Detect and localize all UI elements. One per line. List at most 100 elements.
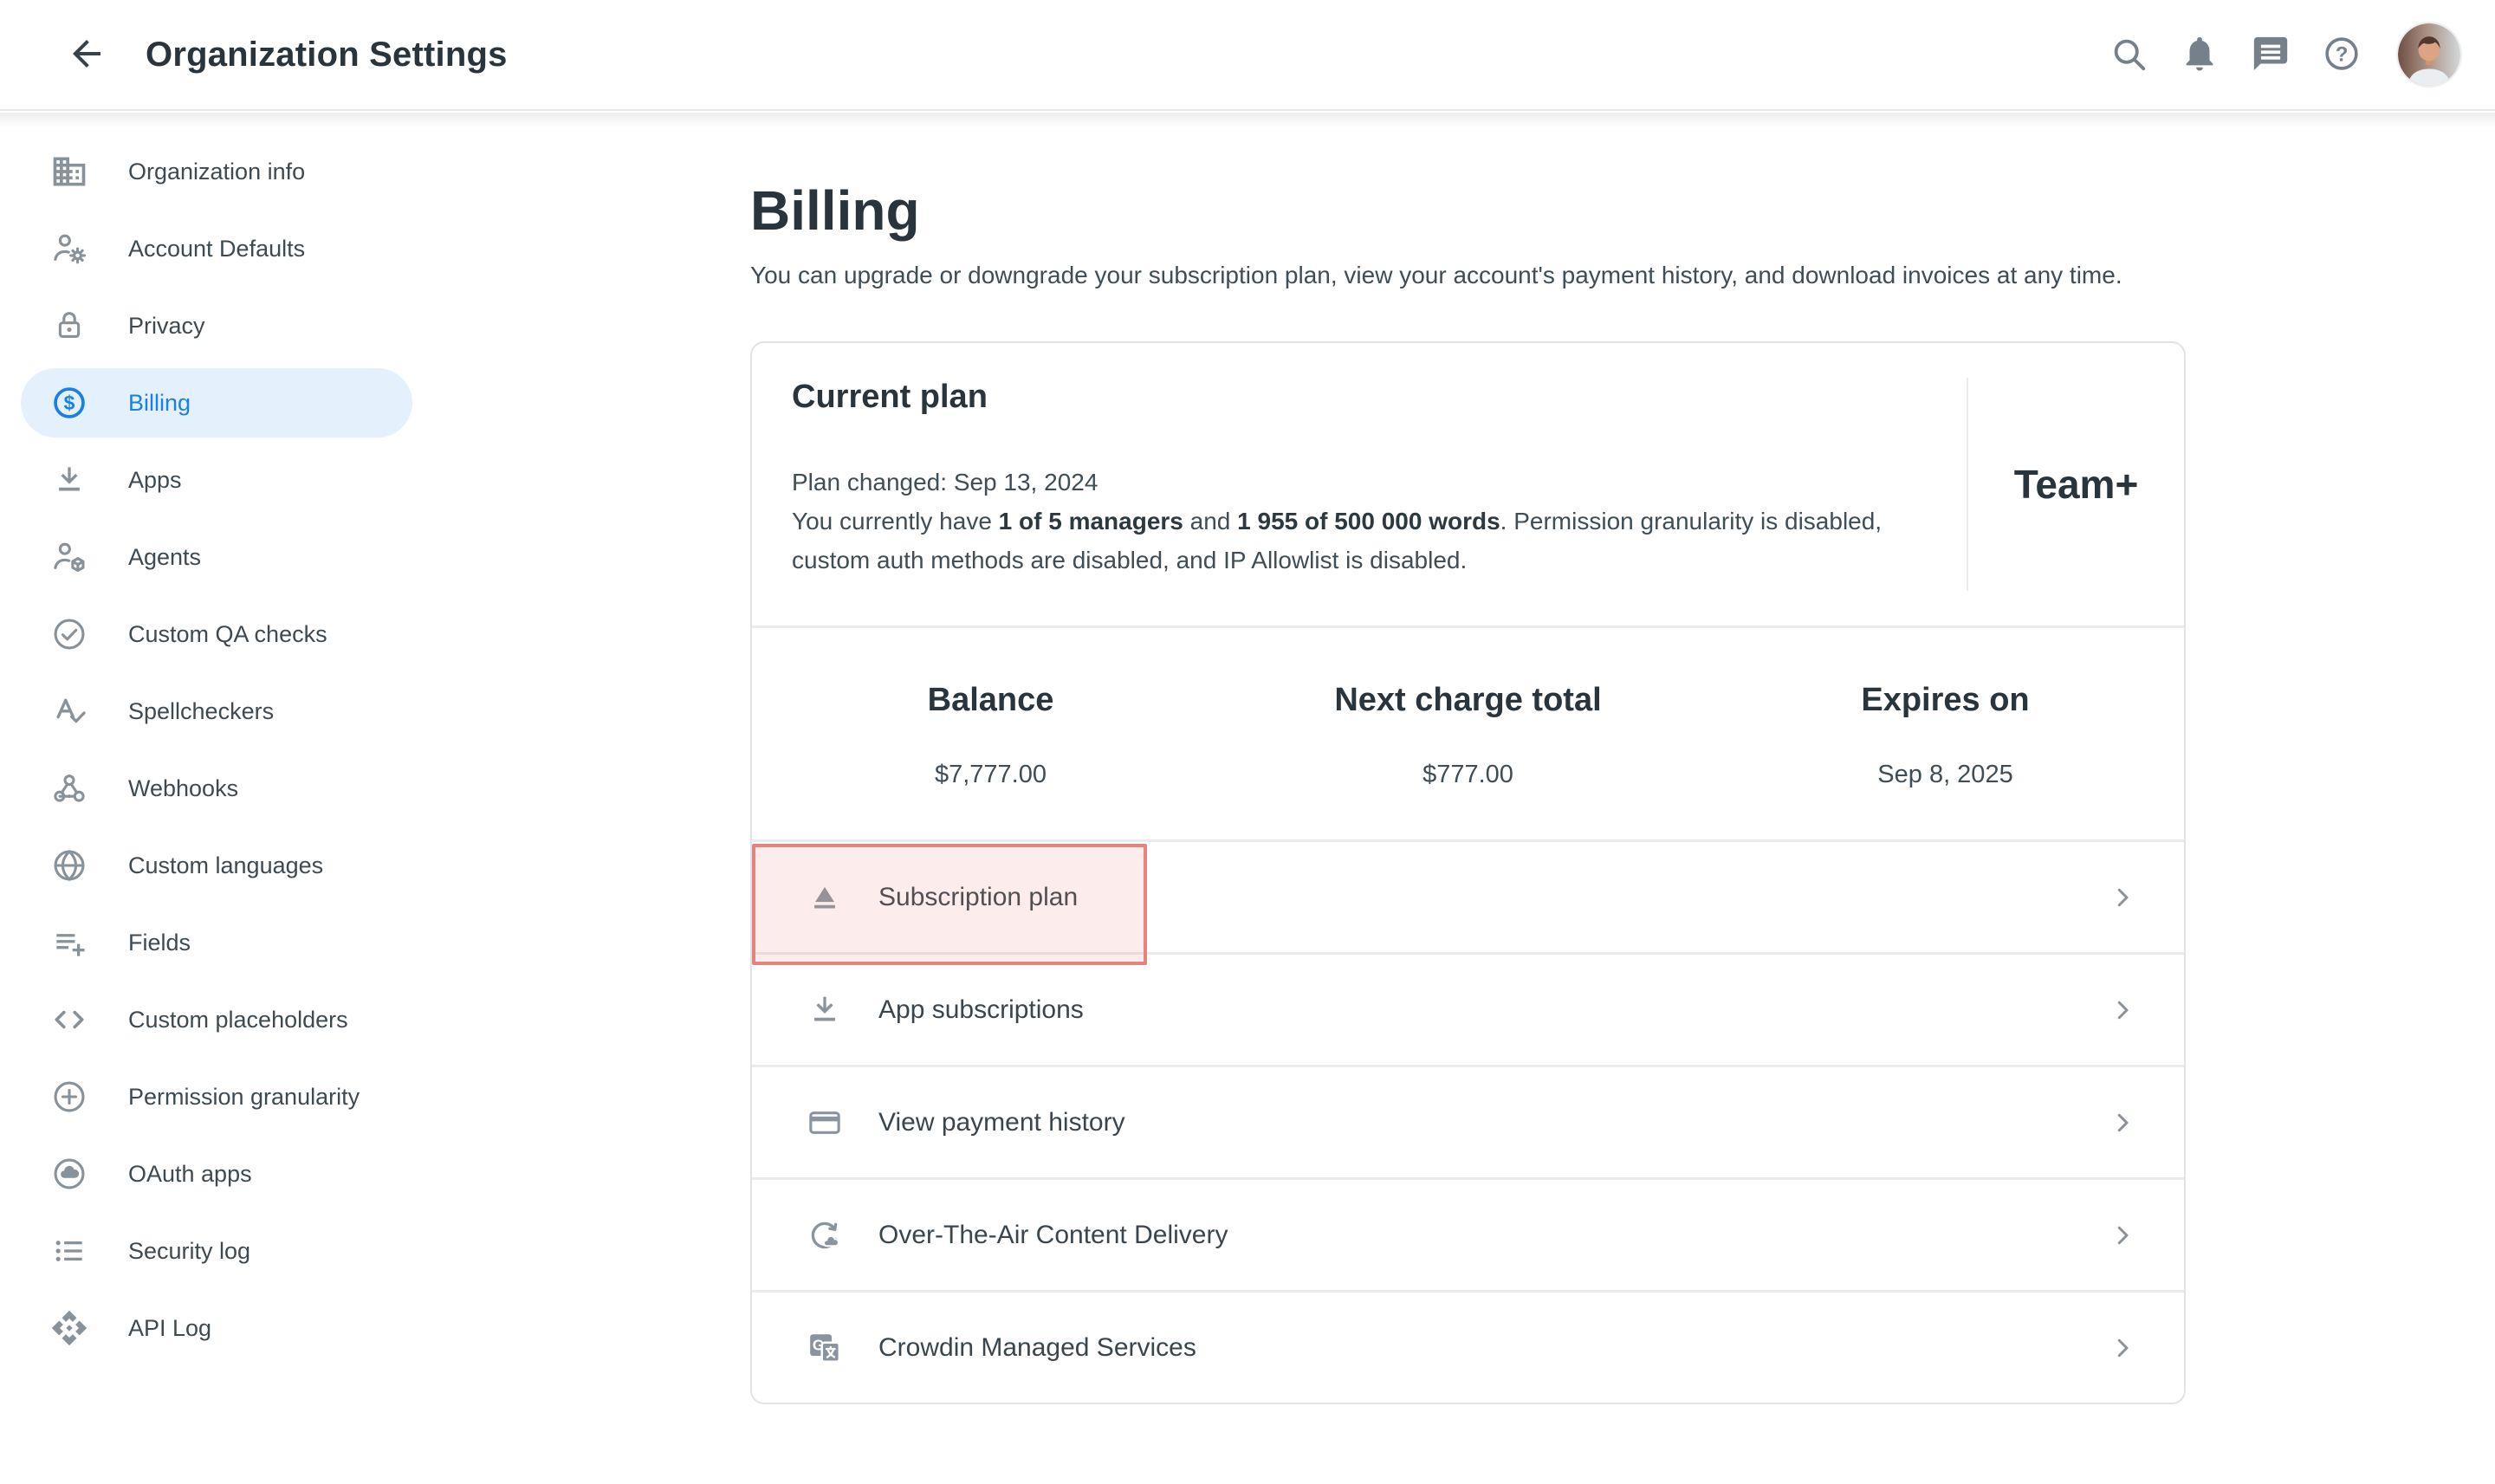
stat-value: Sep 8, 2025 bbox=[1707, 761, 2184, 789]
current-plan-section: Current plan Plan changed: Sep 13, 2024 … bbox=[752, 343, 2184, 625]
header-actions: ? bbox=[2107, 23, 2460, 86]
back-button[interactable] bbox=[62, 30, 111, 79]
sidebar-item-api-log[interactable]: API Log bbox=[21, 1293, 412, 1363]
download-icon bbox=[806, 991, 844, 1029]
sidebar-item-billing[interactable]: $ Billing bbox=[21, 368, 412, 437]
playlist-add-icon bbox=[50, 923, 88, 962]
chevron-right-icon bbox=[2109, 997, 2135, 1023]
top-bar: Organization Settings ? bbox=[0, 0, 2495, 111]
download-icon bbox=[50, 461, 88, 499]
sidebar-item-agents[interactable]: Agents bbox=[21, 522, 412, 592]
chevron-right-icon bbox=[2109, 885, 2135, 910]
row-label: Crowdin Managed Services bbox=[878, 1333, 1196, 1363]
sidebar-item-label: Permission granularity bbox=[128, 1084, 360, 1111]
sidebar-item-fields[interactable]: Fields bbox=[21, 908, 412, 977]
sidebar-item-label: Apps bbox=[128, 467, 182, 494]
row-ota-content-delivery[interactable]: Over-The-Air Content Delivery bbox=[752, 1177, 2184, 1290]
svg-text:?: ? bbox=[2336, 42, 2349, 66]
globe-icon bbox=[50, 846, 88, 885]
api-icon bbox=[50, 1309, 88, 1347]
list-icon bbox=[50, 1232, 88, 1270]
sidebar-item-label: Custom placeholders bbox=[128, 1007, 348, 1034]
billing-page: Billing You can upgrade or downgrade you… bbox=[750, 111, 2186, 1404]
svg-text:$: $ bbox=[64, 392, 75, 414]
check-circle-icon bbox=[50, 615, 88, 653]
g-translate-icon: G bbox=[806, 1329, 844, 1367]
dollar-circle-icon: $ bbox=[50, 384, 88, 422]
sidebar-item-custom-languages[interactable]: Custom languages bbox=[21, 831, 412, 900]
search-button[interactable] bbox=[2107, 33, 2150, 76]
row-label: App subscriptions bbox=[878, 995, 1084, 1025]
code-icon bbox=[50, 1001, 88, 1039]
plan-changed-text: Plan changed: Sep 13, 2024 bbox=[792, 463, 1915, 502]
plan-name-panel: Team+ bbox=[1967, 378, 2184, 591]
messages-button[interactable] bbox=[2249, 33, 2292, 76]
help-icon: ? bbox=[2322, 34, 2362, 76]
sidebar-item-apps[interactable]: Apps bbox=[21, 445, 412, 515]
search-icon bbox=[2109, 34, 2148, 76]
chevron-right-icon bbox=[2109, 1222, 2135, 1248]
sidebar-item-webhooks[interactable]: Webhooks bbox=[21, 754, 412, 823]
sidebar-item-label: Custom QA checks bbox=[128, 621, 327, 648]
current-plan-heading: Current plan bbox=[792, 379, 1915, 416]
words-usage: 1 955 of 500 000 words bbox=[1237, 508, 1500, 535]
billing-heading: Billing bbox=[750, 178, 2186, 243]
bell-icon bbox=[2180, 34, 2220, 76]
sidebar-item-label: Spellcheckers bbox=[128, 698, 274, 725]
help-button[interactable]: ? bbox=[2320, 33, 2363, 76]
plus-circle-icon bbox=[50, 1078, 88, 1116]
row-crowdin-managed-services[interactable]: G Crowdin Managed Services bbox=[752, 1290, 2184, 1403]
current-plan-details: Current plan Plan changed: Sep 13, 2024 … bbox=[752, 343, 1967, 625]
user-avatar[interactable] bbox=[2398, 23, 2460, 86]
stat-value: $777.00 bbox=[1229, 761, 1707, 789]
stat-balance: Balance $7,777.00 bbox=[752, 682, 1229, 789]
sidebar-item-label: Fields bbox=[128, 930, 191, 956]
sidebar-item-label: API Log bbox=[128, 1315, 211, 1342]
back-arrow-icon bbox=[66, 33, 107, 77]
sidebar-item-label: OAuth apps bbox=[128, 1161, 252, 1188]
sidebar-item-custom-placeholders[interactable]: Custom placeholders bbox=[21, 985, 412, 1054]
sidebar-item-privacy[interactable]: Privacy bbox=[21, 291, 412, 360]
row-label: Subscription plan bbox=[878, 883, 1078, 912]
lock-icon bbox=[50, 307, 88, 345]
credit-card-icon bbox=[806, 1104, 844, 1142]
person-cube-icon bbox=[50, 538, 88, 576]
sidebar-item-oauth-apps[interactable]: OAuth apps bbox=[21, 1139, 412, 1209]
page-title: Organization Settings bbox=[146, 36, 508, 75]
stat-next-charge-total: Next charge total $777.00 bbox=[1229, 682, 1707, 789]
notifications-button[interactable] bbox=[2178, 33, 2221, 76]
person-gear-icon bbox=[50, 230, 88, 268]
stat-label: Next charge total bbox=[1229, 682, 1707, 719]
managers-usage: 1 of 5 managers bbox=[999, 508, 1183, 535]
stat-label: Balance bbox=[752, 682, 1229, 719]
billing-stats: Balance $7,777.00 Next charge total $777… bbox=[752, 625, 2184, 839]
sidebar-item-permission-granularity[interactable]: Permission granularity bbox=[21, 1062, 412, 1131]
sidebar-item-label: Account Defaults bbox=[128, 236, 305, 262]
sidebar-item-label: Custom languages bbox=[128, 852, 323, 879]
row-label: Over-The-Air Content Delivery bbox=[878, 1221, 1228, 1250]
plan-usage-text: You currently have 1 of 5 managers and 1… bbox=[792, 502, 1915, 580]
cloud-circle-icon bbox=[50, 1155, 88, 1193]
stat-value: $7,777.00 bbox=[752, 761, 1229, 789]
sidebar-item-label: Billing bbox=[128, 390, 191, 417]
row-view-payment-history[interactable]: View payment history bbox=[752, 1065, 2184, 1177]
sidebar-item-label: Security log bbox=[128, 1238, 250, 1265]
sidebar-item-organization-info[interactable]: Organization info bbox=[21, 137, 412, 206]
sidebar-item-account-defaults[interactable]: Account Defaults bbox=[21, 214, 412, 283]
billing-card: Current plan Plan changed: Sep 13, 2024 … bbox=[750, 341, 2186, 1404]
spellcheck-icon bbox=[50, 692, 88, 730]
sidebar-item-label: Organization info bbox=[128, 159, 305, 185]
sidebar-item-spellcheckers[interactable]: Spellcheckers bbox=[21, 677, 412, 746]
sidebar-item-custom-qa-checks[interactable]: Custom QA checks bbox=[21, 599, 412, 669]
row-app-subscriptions[interactable]: App subscriptions bbox=[752, 952, 2184, 1065]
chat-icon bbox=[2251, 34, 2291, 76]
chevron-right-icon bbox=[2109, 1335, 2135, 1361]
chevron-right-icon bbox=[2109, 1110, 2135, 1136]
eject-icon bbox=[806, 878, 844, 917]
plan-name: Team+ bbox=[2014, 461, 2139, 508]
sidebar: Organization info Account Defaults Priva… bbox=[0, 111, 433, 1371]
sidebar-item-security-log[interactable]: Security log bbox=[21, 1216, 412, 1286]
sidebar-item-label: Privacy bbox=[128, 313, 205, 340]
stat-label: Expires on bbox=[1707, 682, 2184, 719]
row-subscription-plan[interactable]: Subscription plan bbox=[752, 839, 2184, 952]
